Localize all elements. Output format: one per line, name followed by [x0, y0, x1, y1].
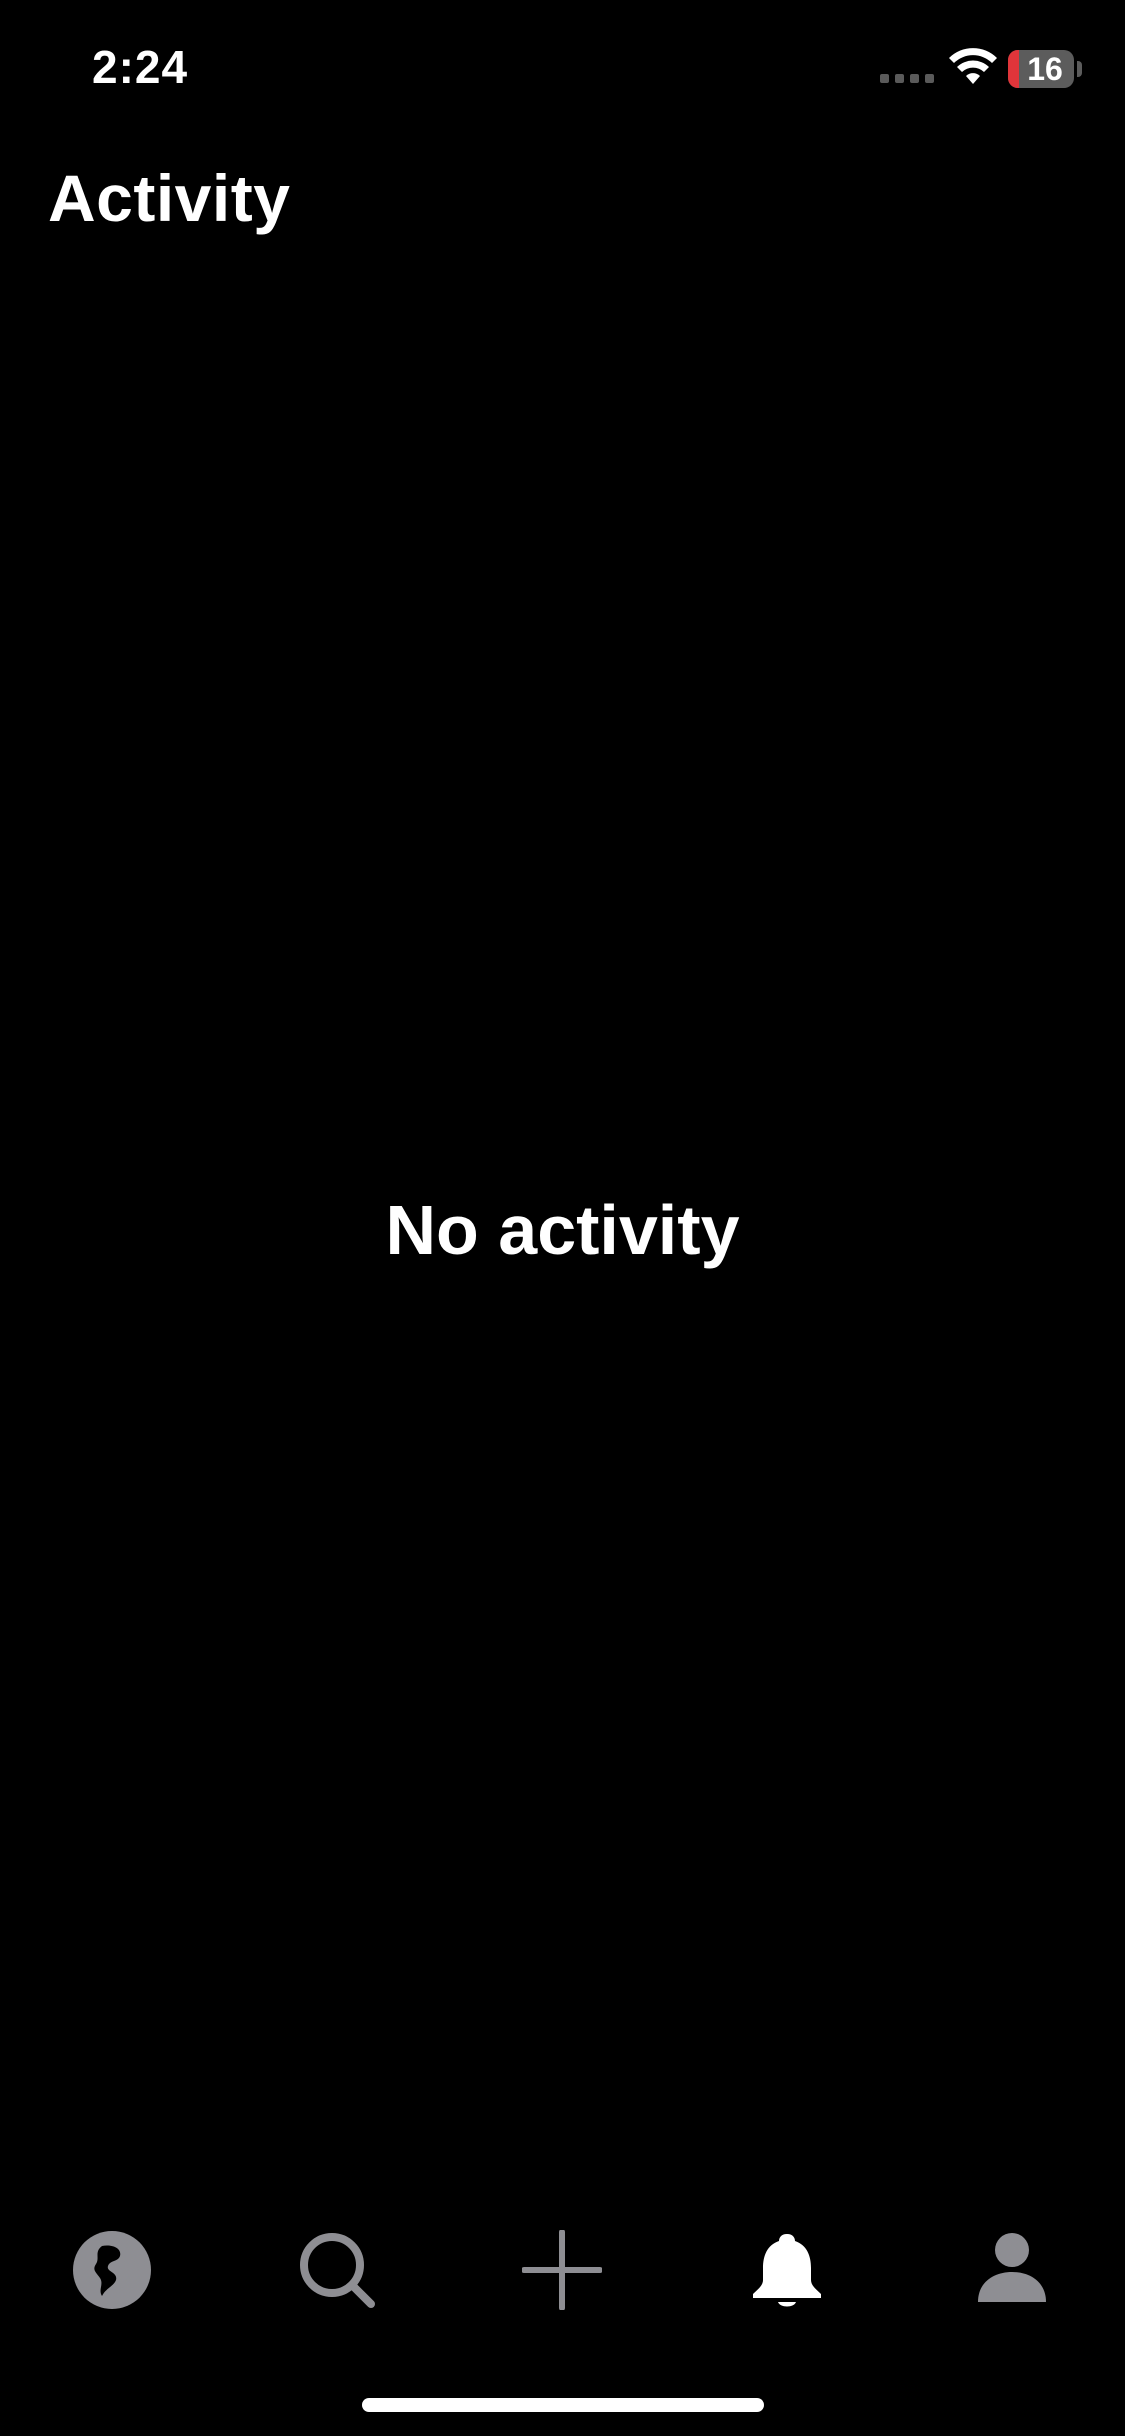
tab-explore[interactable]: [52, 2210, 172, 2330]
globe-icon: [73, 2231, 151, 2309]
tab-bar: [0, 2210, 1125, 2330]
search-icon: [300, 2233, 375, 2308]
cellular-signal-icon: [880, 74, 934, 83]
plus-icon: [522, 2230, 602, 2310]
status-bar: 2:24 16: [0, 0, 1125, 140]
bell-icon: [753, 2234, 821, 2307]
battery-level-text: 16: [1027, 51, 1063, 87]
tab-search[interactable]: [277, 2210, 397, 2330]
tab-activity[interactable]: [727, 2210, 847, 2330]
home-indicator: [362, 2398, 764, 2412]
status-time: 2:24: [92, 41, 189, 93]
tab-profile[interactable]: [952, 2210, 1072, 2330]
person-icon: [978, 2233, 1046, 2302]
page-title: Activity: [48, 161, 291, 235]
battery-icon: 16: [1008, 50, 1074, 88]
wifi-icon: [949, 48, 997, 84]
tab-create[interactable]: [502, 2210, 622, 2330]
empty-state-message: No activity: [385, 1191, 740, 1269]
battery-nub: [1077, 61, 1082, 77]
